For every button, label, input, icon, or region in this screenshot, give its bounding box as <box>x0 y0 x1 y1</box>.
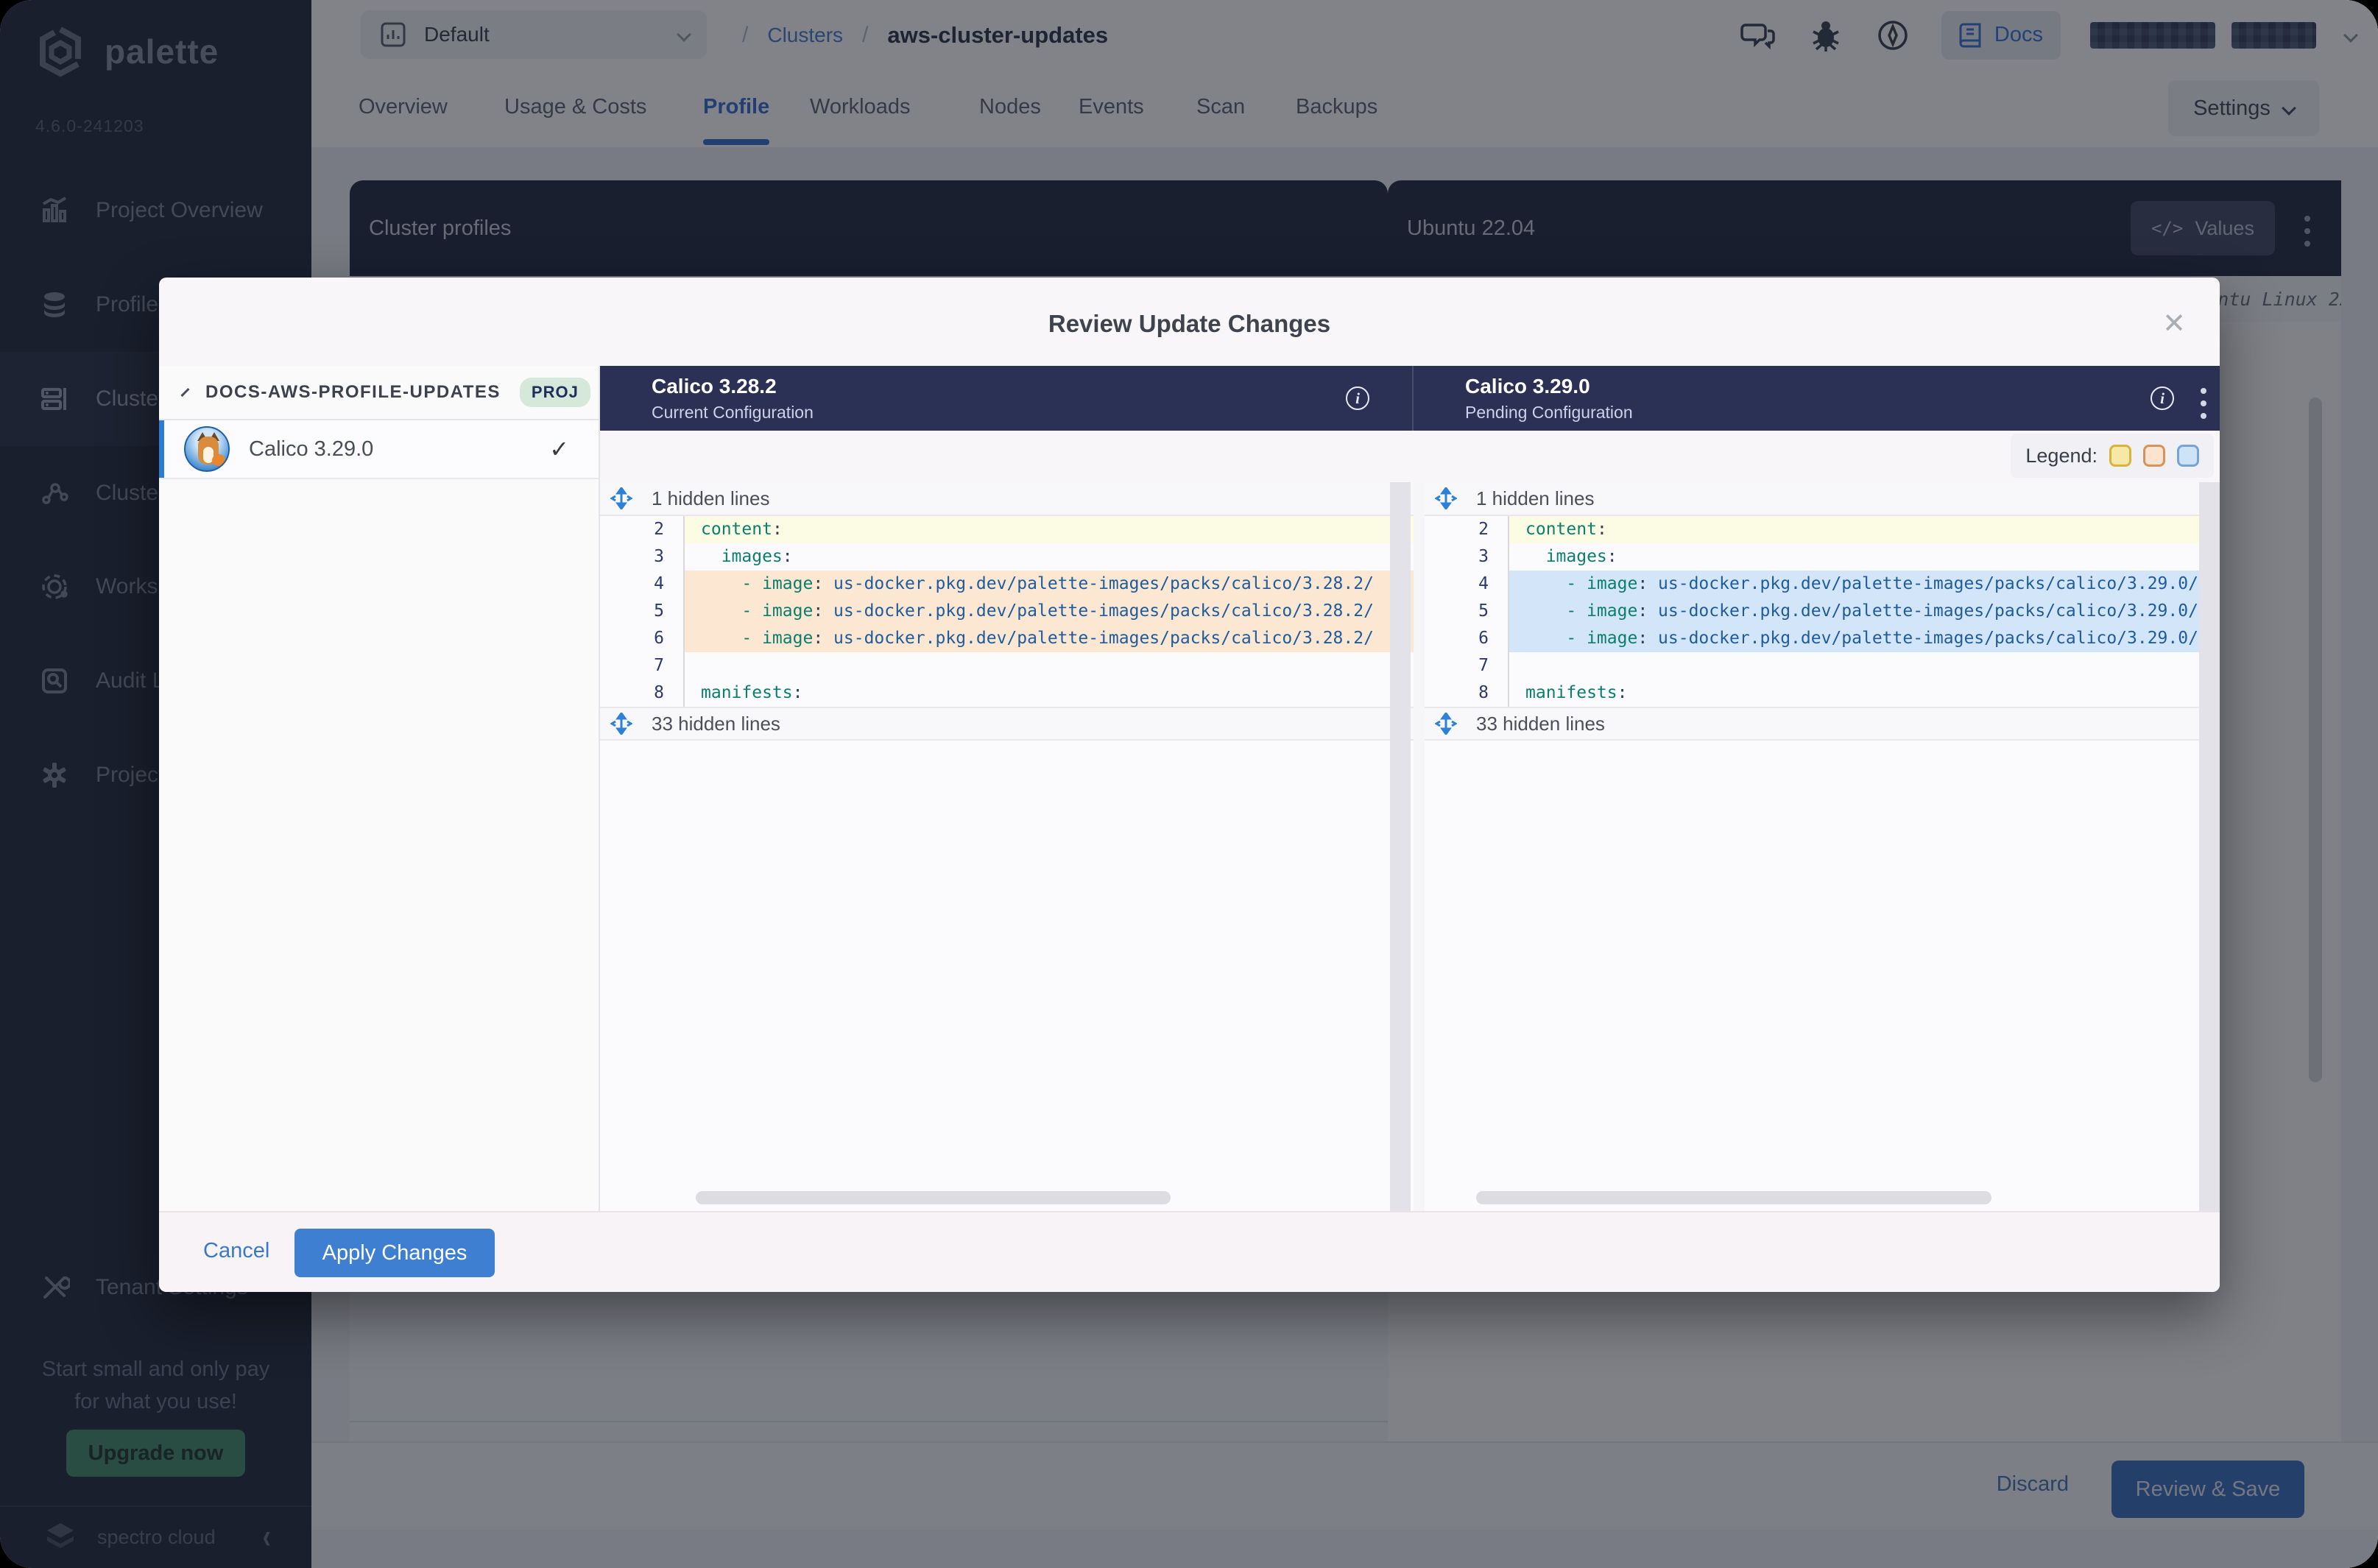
diff-line-added: 4 - image: us-docker.pkg.dev/palette-ima… <box>1425 571 2220 598</box>
hidden-lines-label: 33 hidden lines <box>652 713 780 735</box>
pack-list-item-calico[interactable]: Calico 3.29.0 ✓ <box>159 420 599 479</box>
unfold-icon <box>1435 713 1457 735</box>
diff-line-removed: 4 - image: us-docker.pkg.dev/palette-ima… <box>600 571 1414 598</box>
profile-group-header[interactable]: DOCS-AWS-PROFILE-UPDATES PROJ 1.1.0 <box>159 366 599 420</box>
diff-horizontal-scrollbar[interactable] <box>696 1191 1171 1204</box>
hidden-lines-row[interactable]: 1 hidden lines <box>600 482 1414 516</box>
diff-line-removed: 6 - image: us-docker.pkg.dev/palette-ima… <box>600 625 1414 652</box>
diff-line: 7 <box>1425 652 2220 679</box>
apply-changes-button[interactable]: Apply Changes <box>294 1229 495 1277</box>
info-icon[interactable]: i <box>2151 386 2174 410</box>
packs-panel: DOCS-AWS-PROFILE-UPDATES PROJ 1.1.0 Cali… <box>159 366 600 1211</box>
diff-line: 8manifests: <box>1425 679 2220 707</box>
modal-title: Review Update Changes <box>159 310 2220 338</box>
diff-panes: 1 hidden lines 2content: 3 images: 4 - i… <box>600 482 2220 1211</box>
modal-footer: Cancel Apply Changes <box>159 1211 2220 1292</box>
diff-pane-pending: 1 hidden lines 2content: 3 images: 4 - i… <box>1425 482 2220 1211</box>
legend-label: Legend: <box>2025 445 2097 467</box>
legend-row: Legend: <box>600 431 2220 482</box>
diff-menu-kebab-icon[interactable] <box>2201 388 2206 419</box>
diff-line-added: 5 - image: us-docker.pkg.dev/palette-ima… <box>1425 598 2220 625</box>
cancel-button[interactable]: Cancel <box>203 1239 269 1263</box>
unfold-icon <box>610 713 632 735</box>
diff-line: 3 images: <box>1425 543 2220 571</box>
diff-vertical-scrollbar[interactable] <box>2199 482 2220 1211</box>
pending-pack-title: Calico 3.29.0 <box>1465 375 1590 398</box>
profile-name: DOCS-AWS-PROFILE-UPDATES <box>205 382 501 403</box>
diff-horizontal-scrollbar[interactable] <box>1476 1191 1991 1204</box>
diff-line: 3 images: <box>600 543 1414 571</box>
legend-removed-swatch <box>2143 445 2165 467</box>
legend: Legend: <box>2011 434 2214 478</box>
diff-line: 2content: <box>1425 516 2220 543</box>
close-icon[interactable]: ✕ <box>2162 307 2186 340</box>
hidden-lines-row[interactable]: 33 hidden lines <box>600 707 1414 741</box>
diff-line: 2content: <box>600 516 1414 543</box>
check-icon: ✓ <box>549 435 569 463</box>
pack-item-label: Calico 3.29.0 <box>249 437 373 462</box>
modal-header: Review Update Changes ✕ <box>159 278 2220 366</box>
diff-header-current: Calico 3.28.2 Current Configuration i <box>600 366 1414 431</box>
hidden-lines-row[interactable]: 1 hidden lines <box>1425 482 2220 516</box>
diff-line: 8manifests: <box>600 679 1414 707</box>
hidden-lines-label: 1 hidden lines <box>1476 487 1594 510</box>
scope-badge: PROJ <box>520 378 590 407</box>
diff-viewer: Calico 3.28.2 Current Configuration i Ca… <box>600 366 2220 1211</box>
hidden-lines-label: 1 hidden lines <box>652 487 769 510</box>
unfold-icon <box>610 487 632 509</box>
diff-headers: Calico 3.28.2 Current Configuration i Ca… <box>600 366 2220 431</box>
legend-modified-swatch <box>2109 445 2131 467</box>
chevron-down-icon <box>180 388 189 397</box>
diff-line-added: 6 - image: us-docker.pkg.dev/palette-ima… <box>1425 625 2220 652</box>
info-icon[interactable]: i <box>1346 386 1369 410</box>
diff-header-pending: Calico 3.29.0 Pending Configuration i <box>1414 366 2220 431</box>
diff-line: 7 <box>600 652 1414 679</box>
review-update-changes-modal: Review Update Changes ✕ DOCS-AWS-PROFILE… <box>159 278 2220 1292</box>
diff-vertical-scrollbar[interactable] <box>1390 482 1411 1211</box>
calico-pack-icon <box>184 426 230 472</box>
modal-body: DOCS-AWS-PROFILE-UPDATES PROJ 1.1.0 Cali… <box>159 366 2220 1211</box>
pending-pack-subtitle: Pending Configuration <box>1465 403 1633 423</box>
legend-added-swatch <box>2177 445 2199 467</box>
hidden-lines-row[interactable]: 33 hidden lines <box>1425 707 2220 741</box>
hidden-lines-label: 33 hidden lines <box>1476 713 1605 735</box>
diff-pane-current: 1 hidden lines 2content: 3 images: 4 - i… <box>600 482 1414 1211</box>
diff-line-removed: 5 - image: us-docker.pkg.dev/palette-ima… <box>600 598 1414 625</box>
current-pack-title: Calico 3.28.2 <box>652 375 777 398</box>
unfold-icon <box>1435 487 1457 509</box>
current-pack-subtitle: Current Configuration <box>652 403 814 423</box>
app-window: palette 4.6.0-241203 Project Overview Pr… <box>0 0 2378 1568</box>
